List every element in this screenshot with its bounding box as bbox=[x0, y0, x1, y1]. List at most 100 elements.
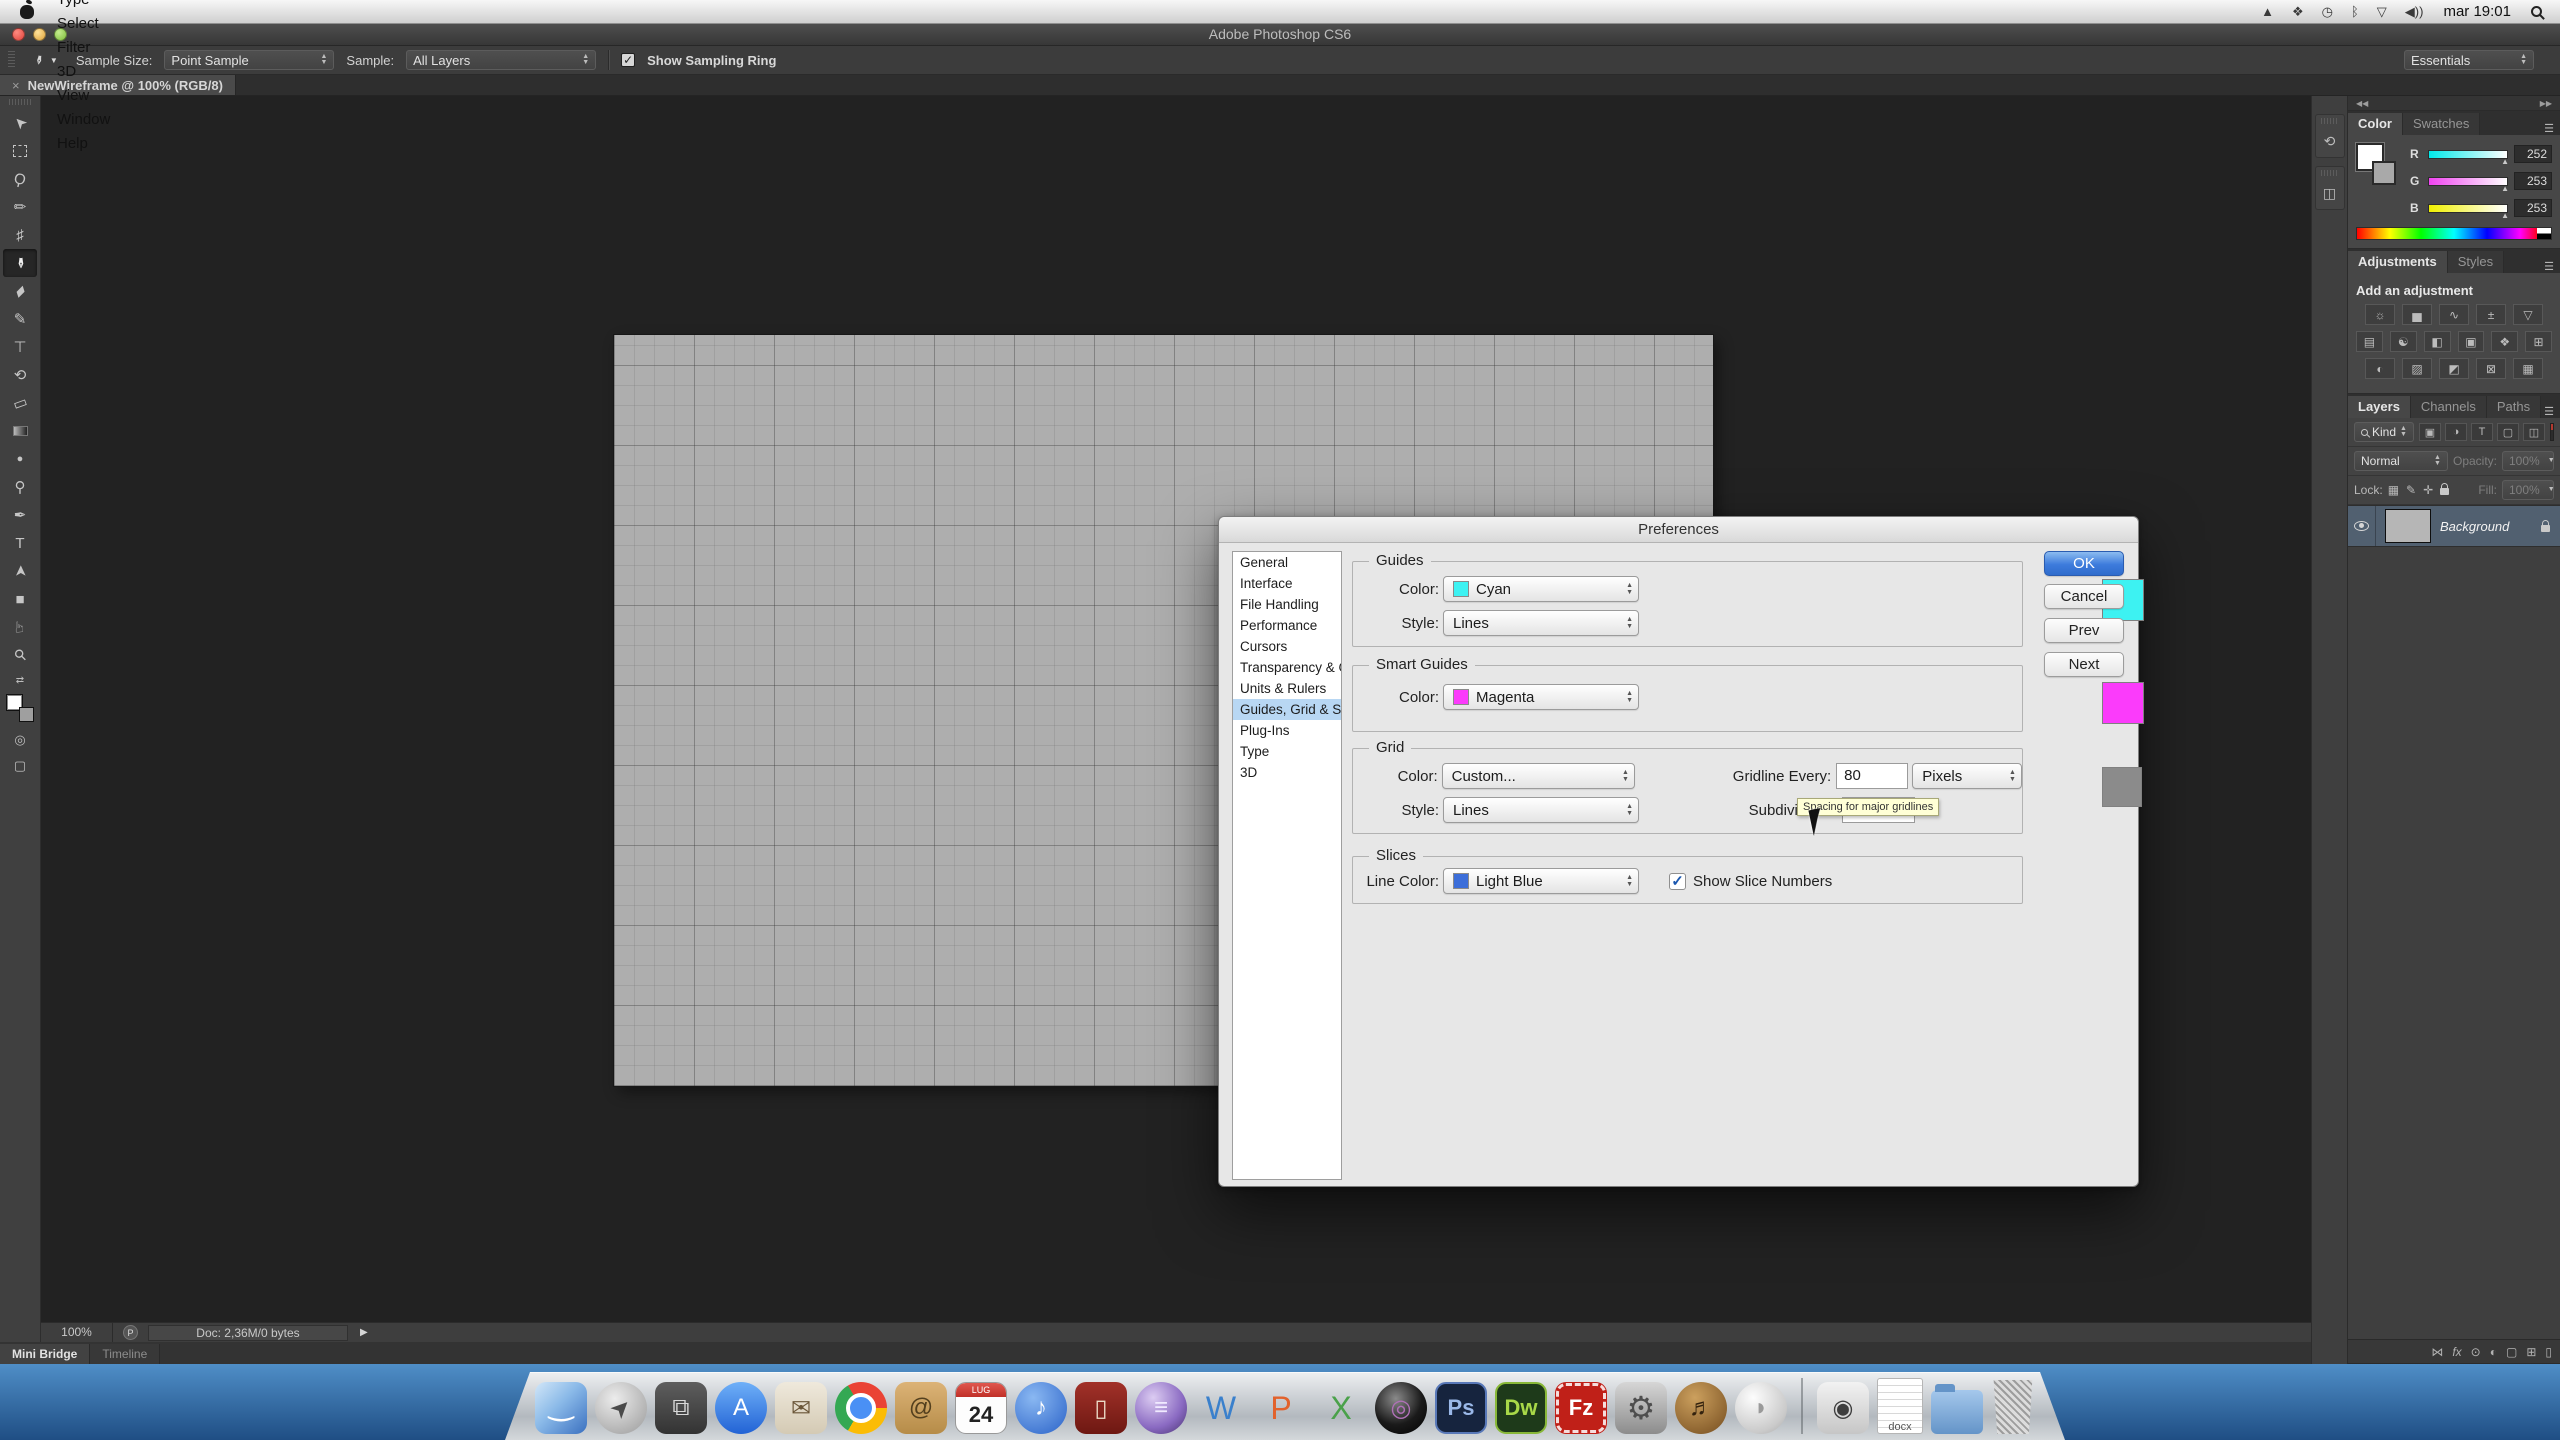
layer-thumbnail[interactable] bbox=[2385, 509, 2431, 543]
vibrance-icon[interactable]: ▽ bbox=[2513, 304, 2543, 325]
filter-type-icon[interactable]: T bbox=[2471, 423, 2493, 441]
layer-row-background[interactable]: Background bbox=[2348, 505, 2560, 547]
filter-shape-icon[interactable]: ▢ bbox=[2497, 423, 2519, 441]
color-balance-icon[interactable]: ☯ bbox=[2390, 331, 2417, 352]
dock-dreamweaver[interactable]: Dw bbox=[1495, 1382, 1547, 1434]
dock-evernote[interactable]: ◗ bbox=[1735, 1382, 1787, 1434]
lock-all-icon[interactable] bbox=[2440, 488, 2449, 495]
healing-brush-tool[interactable]: ▰ bbox=[3, 277, 37, 305]
menu-type[interactable]: Type bbox=[44, 0, 148, 12]
slider-handle-icon[interactable]: ▲ bbox=[2501, 211, 2509, 220]
quick-selection-tool[interactable]: ✏ bbox=[3, 193, 37, 221]
smart-guides-color-swatch[interactable] bbox=[2102, 682, 2144, 724]
brightness-contrast-icon[interactable]: ☼ bbox=[2365, 304, 2395, 325]
wifi-icon[interactable]: ▽ bbox=[2377, 4, 2387, 20]
new-layer-icon[interactable]: ⊞ bbox=[2526, 1345, 2536, 1359]
screen-mode-button[interactable]: ▢ bbox=[14, 758, 26, 774]
layer-visibility-cell[interactable] bbox=[2348, 506, 2376, 546]
dock-calendar[interactable]: LUG24 bbox=[955, 1382, 1007, 1434]
link-layers-icon[interactable]: ⋈ bbox=[2431, 1345, 2443, 1359]
path-selection-tool[interactable]: ➤ bbox=[3, 557, 37, 585]
lock-move-icon[interactable]: ✛ bbox=[2423, 483, 2433, 497]
dock-word[interactable]: W bbox=[1195, 1382, 1247, 1434]
menu-select[interactable]: Select bbox=[44, 12, 148, 36]
bluetooth-icon[interactable]: ᛒ bbox=[2351, 4, 2359, 19]
channel-slider[interactable]: ▲ bbox=[2428, 150, 2508, 159]
smart-guides-color-select[interactable]: Magenta ▲▼ bbox=[1443, 684, 1639, 710]
shape-tool[interactable]: ■ bbox=[3, 585, 37, 613]
dock-photoshop[interactable]: Ps bbox=[1435, 1382, 1487, 1434]
pref-category-3d[interactable]: 3D bbox=[1233, 762, 1341, 783]
color-swatches[interactable] bbox=[6, 694, 34, 722]
dodge-tool[interactable]: ⚲ bbox=[3, 473, 37, 501]
curves-icon[interactable]: ∿ bbox=[2439, 304, 2469, 325]
slider-handle-icon[interactable]: ▲ bbox=[2501, 157, 2509, 166]
guides-color-select[interactable]: Cyan ▲▼ bbox=[1443, 576, 1639, 602]
gridline-unit-select[interactable]: Pixels ▲▼ bbox=[1912, 763, 2022, 789]
apple-menu-icon[interactable] bbox=[20, 5, 34, 19]
panel-menu-icon[interactable]: ☰ bbox=[2544, 405, 2560, 418]
spotlight-icon[interactable] bbox=[2531, 6, 2542, 17]
gradient-tool[interactable] bbox=[3, 417, 37, 445]
channel-value[interactable]: 253 bbox=[2514, 172, 2552, 190]
dock-trash[interactable] bbox=[1991, 1380, 2035, 1434]
show-sampling-ring-checkbox[interactable]: ✓ bbox=[621, 53, 635, 67]
window-titlebar[interactable]: Adobe Photoshop CS6 bbox=[0, 24, 2560, 46]
tab-channels[interactable]: Channels bbox=[2411, 396, 2487, 418]
pref-category-type[interactable]: Type bbox=[1233, 741, 1341, 762]
collapse-left-icon[interactable]: ◀◀ bbox=[2356, 99, 2368, 108]
menu-3d[interactable]: 3D bbox=[44, 60, 148, 84]
color-lookup-icon[interactable]: ⊞ bbox=[2525, 331, 2552, 352]
tab-layers[interactable]: Layers bbox=[2348, 396, 2411, 418]
filter-toggle-switch[interactable] bbox=[2550, 423, 2554, 441]
pref-category-file-handling[interactable]: File Handling bbox=[1233, 594, 1341, 615]
pref-category-transparency-gamut[interactable]: Transparency & Gamut bbox=[1233, 657, 1341, 678]
pref-category-cursors[interactable]: Cursors bbox=[1233, 636, 1341, 657]
background-color-swatch[interactable] bbox=[19, 707, 34, 722]
selective-color-icon[interactable]: ⊠ bbox=[2476, 358, 2506, 379]
dock-system-preferences[interactable]: ⚙ bbox=[1615, 1382, 1667, 1434]
grid-color-swatch[interactable] bbox=[2102, 767, 2142, 807]
sample-size-select[interactable]: Point Sample ▲▼ bbox=[164, 50, 334, 70]
line-color-select[interactable]: Light Blue ▲▼ bbox=[1443, 868, 1639, 894]
dock-aperture[interactable]: ◎ bbox=[1375, 1382, 1427, 1434]
filter-pixel-icon[interactable]: ▣ bbox=[2419, 423, 2441, 441]
threshold-icon[interactable]: ◩ bbox=[2439, 358, 2469, 379]
photo-filter-icon[interactable]: ▣ bbox=[2458, 331, 2485, 352]
channel-slider[interactable]: ▲ bbox=[2428, 177, 2508, 186]
history-panel-icon[interactable]: ⟲ bbox=[2315, 114, 2345, 158]
lock-transparent-icon[interactable]: ▦ bbox=[2388, 483, 2399, 497]
invert-icon[interactable]: ◐ bbox=[2365, 358, 2395, 379]
hand-tool[interactable]: ☞ bbox=[3, 613, 37, 641]
channel-value[interactable]: 253 bbox=[2514, 199, 2552, 217]
black-white-icon[interactable]: ◧ bbox=[2424, 331, 2451, 352]
opacity-select[interactable]: 100% ▼ bbox=[2502, 451, 2554, 471]
clone-stamp-tool[interactable]: ⊤ bbox=[3, 333, 37, 361]
layer-group-icon[interactable]: ▢ bbox=[2506, 1345, 2517, 1359]
cancel-button[interactable]: Cancel bbox=[2044, 584, 2124, 609]
crop-tool[interactable]: ♯ bbox=[3, 221, 37, 249]
zoom-level-field[interactable]: 100% bbox=[41, 1323, 113, 1342]
move-tool[interactable]: ➤ bbox=[3, 109, 37, 137]
fill-select[interactable]: 100% ▼ bbox=[2502, 480, 2554, 500]
new-adjustment-icon[interactable]: ◐ bbox=[2490, 1345, 2497, 1359]
fg-bg-swatches[interactable] bbox=[2356, 143, 2400, 191]
status-menu-arrow-icon[interactable]: ▶ bbox=[360, 1327, 368, 1338]
background-color-swatch[interactable] bbox=[2372, 161, 2396, 185]
dock-launchpad[interactable]: ➤ bbox=[595, 1382, 647, 1434]
zoom-tool[interactable]: ⚲ bbox=[3, 641, 37, 669]
pref-category-units-rulers[interactable]: Units & Rulers bbox=[1233, 678, 1341, 699]
grid-color-select[interactable]: Custom... ▲▼ bbox=[1442, 763, 1635, 789]
levels-icon[interactable]: ▅ bbox=[2402, 304, 2432, 325]
gradient-map-icon[interactable]: ▦ bbox=[2513, 358, 2543, 379]
pref-category-general[interactable]: General bbox=[1233, 552, 1341, 573]
menu-help[interactable]: Help bbox=[44, 132, 148, 156]
dock-mail[interactable]: ✉ bbox=[775, 1382, 827, 1434]
eyedropper-tool[interactable]: ✒ bbox=[3, 249, 37, 277]
pref-category-performance[interactable]: Performance bbox=[1233, 615, 1341, 636]
dock-excel[interactable]: X bbox=[1315, 1382, 1367, 1434]
dock-finder[interactable]: ‿ bbox=[535, 1382, 587, 1434]
filter-adjustment-icon[interactable]: ◑ bbox=[2445, 423, 2467, 441]
sample-select[interactable]: All Layers ▲▼ bbox=[406, 50, 596, 70]
close-tab-icon[interactable]: × bbox=[12, 78, 20, 93]
